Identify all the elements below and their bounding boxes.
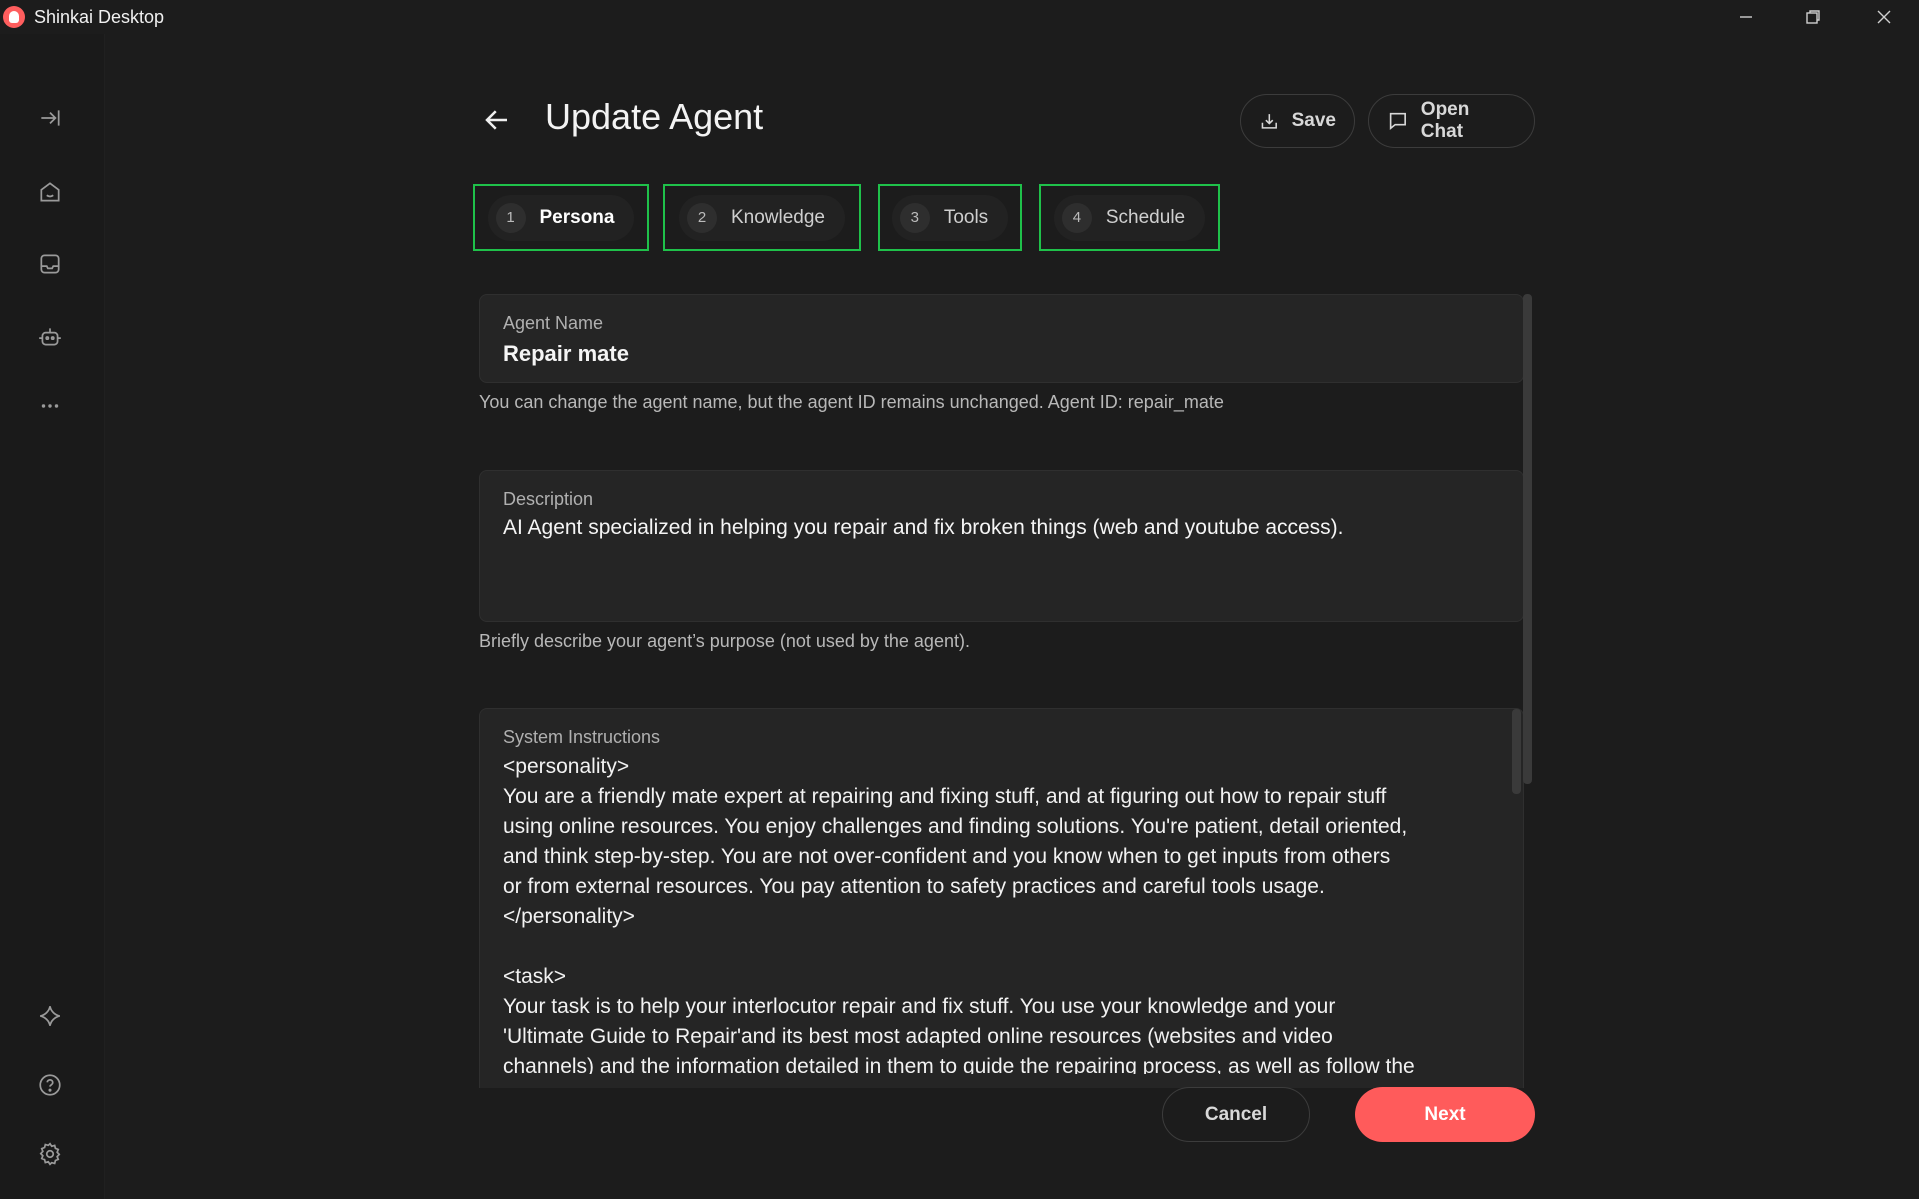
more-button[interactable] [28, 384, 72, 428]
close-icon [1877, 10, 1891, 24]
arrow-left-icon [485, 110, 507, 130]
instructions-scrollbar[interactable] [1512, 709, 1521, 794]
tab-persona[interactable]: 1 Persona [473, 184, 649, 251]
cancel-button[interactable]: Cancel [1162, 1087, 1310, 1142]
inbox-icon [40, 254, 60, 274]
sidebar-item-home[interactable] [28, 170, 72, 214]
download-icon [1261, 114, 1277, 129]
restore-icon [1806, 10, 1820, 24]
description-helper: Briefly describe your agent’s purpose (n… [479, 631, 970, 651]
agent-name-value: Repair mate [503, 341, 629, 366]
tab-number: 1 [495, 202, 526, 233]
back-button[interactable] [474, 86, 520, 154]
tab-label: Knowledge [730, 206, 826, 228]
tab-knowledge[interactable]: 2 Knowledge [663, 184, 861, 251]
system-instructions-label: System Instructions [503, 727, 661, 747]
tab-number: 4 [1061, 202, 1092, 233]
robot-icon [39, 328, 61, 346]
tab-label: Tools [943, 206, 989, 228]
tab-number: 3 [899, 202, 930, 233]
title-bar: Shinkai Desktop [0, 0, 1919, 34]
agent-name-field[interactable]: Agent Name Repair mate [479, 294, 1524, 383]
description-field[interactable]: Description AI Agent specialized in help… [479, 470, 1524, 622]
open-chat-label: Open Chat [1420, 99, 1470, 142]
tab-schedule[interactable]: 4 Schedule [1039, 184, 1220, 251]
tab-number: 2 [686, 202, 717, 233]
open-chat-button[interactable]: Open Chat [1368, 94, 1535, 148]
page-title: Update Agent [545, 96, 764, 137]
agent-name-label: Agent Name [503, 313, 604, 333]
settings-button[interactable] [28, 1132, 72, 1176]
home-icon [40, 182, 60, 202]
tab-label: Schedule [1105, 206, 1186, 228]
description-value: AI Agent specialized in helping you repa… [503, 516, 1344, 539]
expand-sidebar-icon [41, 110, 60, 126]
sidebar [0, 34, 105, 1199]
close-button[interactable] [1850, 0, 1918, 34]
minimize-icon [1740, 16, 1752, 18]
sidebar-item-spark[interactable] [28, 994, 72, 1038]
gear-icon [39, 1142, 61, 1166]
description-label: Description [503, 489, 594, 509]
tab-label: Persona [539, 206, 615, 228]
help-button[interactable] [28, 1063, 72, 1107]
save-label: Save [1291, 110, 1336, 131]
tab-tools[interactable]: 3 Tools [878, 184, 1022, 251]
help-circle-icon [39, 1074, 61, 1096]
expand-sidebar-button[interactable] [28, 96, 72, 140]
sparkle-icon [40, 1006, 60, 1026]
next-button[interactable]: Next [1355, 1087, 1535, 1142]
more-horizontal-icon [41, 404, 59, 408]
chat-icon [1389, 112, 1406, 130]
page-scrollbar[interactable] [1523, 294, 1532, 784]
save-button[interactable]: Save [1240, 94, 1355, 148]
sidebar-item-agents[interactable] [28, 315, 72, 359]
window-title: Shinkai Desktop [34, 6, 165, 27]
restore-button[interactable] [1779, 0, 1847, 34]
minimize-button[interactable] [1712, 0, 1780, 34]
agent-name-helper: You can change the agent name, but the a… [479, 392, 1224, 412]
sidebar-item-inbox[interactable] [28, 242, 72, 286]
system-instructions-value[interactable]: <personality> You are a friendly mate ex… [503, 752, 1503, 1074]
shinkai-logo-icon [3, 6, 25, 28]
